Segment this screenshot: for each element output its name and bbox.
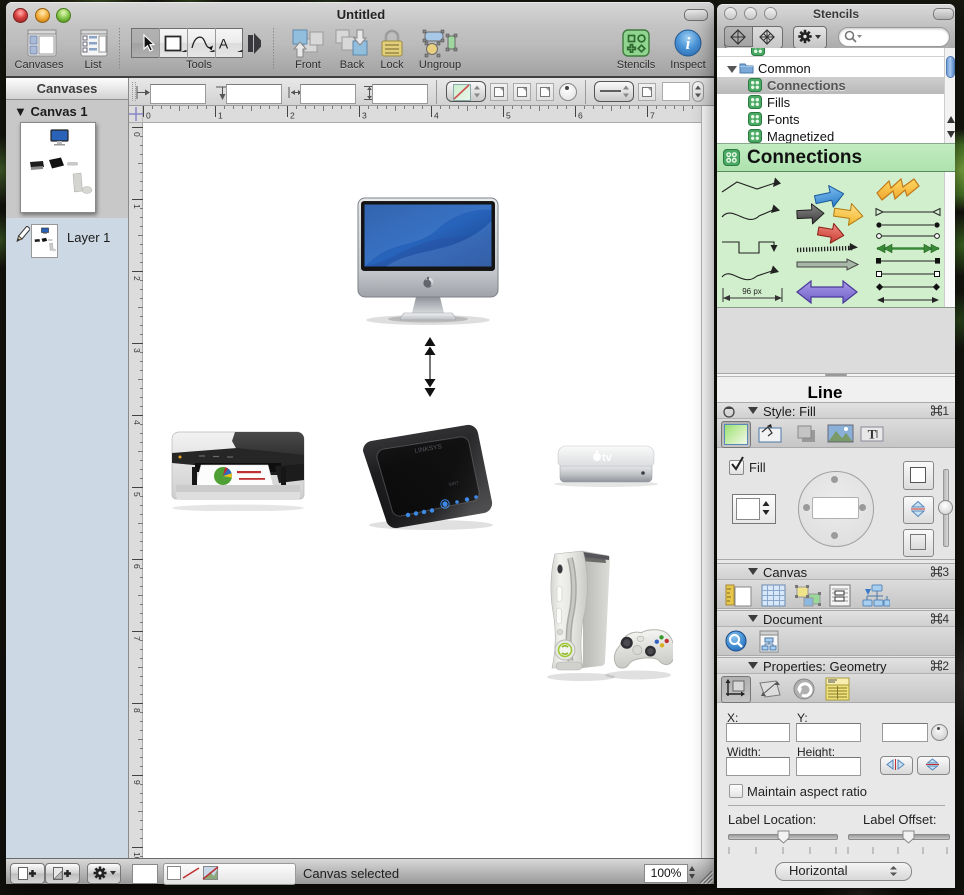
svg-text:6: 6: [132, 564, 142, 569]
svg-text:A: A: [219, 36, 229, 52]
svg-text:8: 8: [132, 708, 142, 713]
svg-text:3: 3: [362, 111, 367, 121]
svg-text:0: 0: [146, 111, 151, 121]
svg-text:tv: tv: [602, 452, 613, 464]
svg-text:4: 4: [434, 111, 439, 121]
svg-text:96 px: 96 px: [742, 287, 762, 296]
svg-text:7: 7: [650, 111, 655, 121]
svg-text:i: i: [686, 34, 691, 53]
svg-text:4: 4: [132, 420, 142, 425]
svg-text:1: 1: [132, 204, 142, 209]
svg-text:2: 2: [290, 111, 295, 121]
svg-text:5: 5: [506, 111, 511, 121]
svg-text:3: 3: [132, 348, 142, 353]
svg-text:2: 2: [132, 276, 142, 281]
svg-text:0: 0: [132, 132, 142, 137]
svg-text:T: T: [868, 427, 877, 442]
svg-text:1: 1: [218, 111, 223, 121]
svg-text:6: 6: [578, 111, 583, 121]
svg-text:9: 9: [132, 780, 142, 785]
svg-text:5: 5: [132, 492, 142, 497]
svg-text:7: 7: [132, 636, 142, 641]
